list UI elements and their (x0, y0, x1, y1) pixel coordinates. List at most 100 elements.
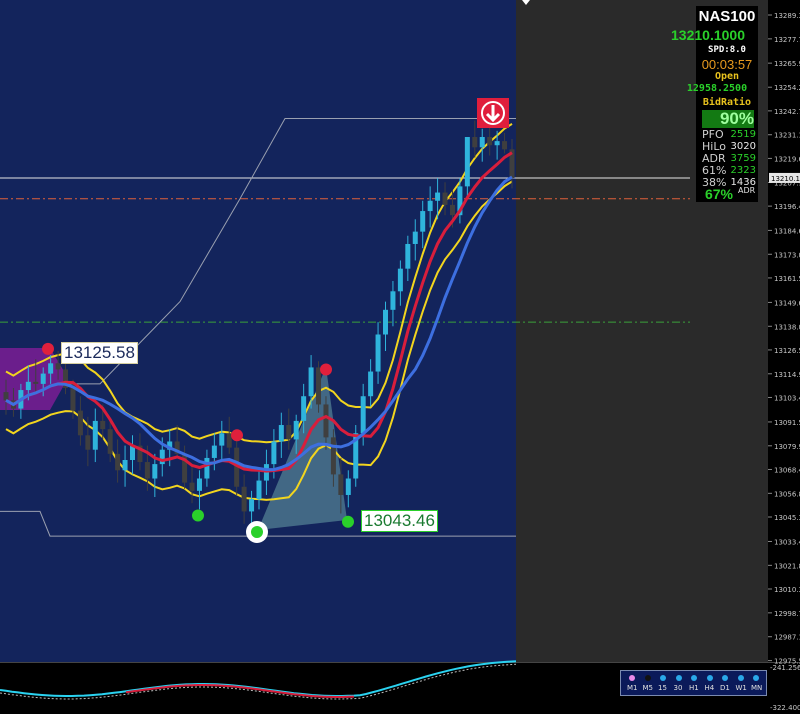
y-tick-label: 13010.3 (774, 586, 800, 594)
open-value: 12958.2500 (686, 83, 748, 94)
timeframe-dot[interactable] (737, 675, 744, 681)
timeframe-label[interactable]: MN (751, 684, 762, 692)
bear-candle (115, 453, 121, 471)
y-tick-label: 13289.3 (774, 12, 800, 20)
bear-candle (472, 136, 478, 148)
red-signal-dot (320, 363, 332, 376)
sub-y-tick-label: -241.256 (770, 664, 800, 672)
y-tick-label: 13045.3 (774, 514, 800, 522)
y-tick-label: 13033.4 (774, 538, 800, 546)
stat-value: 3759 (730, 153, 756, 164)
y-tick-label: 13219.6 (774, 155, 800, 163)
bull-candle (412, 231, 418, 244)
y-tick-label: 13173.0 (774, 251, 800, 259)
y-tick-label: 12998.7 (774, 610, 800, 618)
bear-candle (449, 204, 455, 216)
timeframe-label[interactable]: 15 (658, 684, 667, 692)
bear-candle (107, 429, 113, 454)
y-tick-label: 13149.6 (774, 299, 800, 307)
bear-candle (487, 136, 493, 146)
bull-candle (464, 136, 470, 187)
adr-small-label: ADR (738, 186, 756, 195)
timeframe-label[interactable]: M1 (627, 684, 638, 692)
bull-candle (293, 420, 299, 440)
y-tick-label: 13138.0 (774, 323, 800, 331)
sub-y-tick-label: -322.400 (770, 704, 800, 712)
y-tick-label: 13021.8 (774, 562, 800, 570)
bull-candle (25, 381, 31, 391)
bear-candle (286, 425, 292, 440)
current-price-tag-label: 13210.1 (771, 175, 800, 183)
bear-candle (144, 462, 150, 479)
bull-candle (48, 363, 54, 374)
bull-candle (196, 478, 202, 491)
bull-candle (219, 433, 225, 446)
bear-candle (70, 387, 76, 411)
timeframe-label[interactable]: W1 (736, 684, 747, 692)
bull-candle (479, 136, 485, 148)
bull-candle (152, 464, 158, 479)
bull-candle (368, 371, 374, 397)
bear-candle (338, 474, 344, 495)
y-tick-label: 13056.8 (774, 490, 800, 498)
bear-candle (330, 437, 336, 475)
bear-candle (33, 381, 39, 384)
timeframe-panel: M1 M5 15 30 H1 H4 D1 W1 MN (620, 670, 767, 696)
bull-candle (420, 211, 426, 232)
green-signal-dot (342, 515, 354, 528)
y-tick-label: 13079.9 (774, 443, 800, 451)
bull-candle (271, 441, 277, 465)
y-tick-label: 13184.6 (774, 227, 800, 235)
high-price-label: 13125.58 (61, 342, 138, 364)
target-circle-inner (251, 526, 263, 538)
timeframe-label[interactable]: H1 (689, 684, 699, 692)
bull-candle (494, 141, 500, 146)
timeframe-dot[interactable] (722, 675, 728, 681)
bear-candle (3, 392, 9, 401)
bull-candle (278, 425, 284, 442)
bull-candle (405, 243, 411, 269)
timeframe-dot[interactable] (706, 675, 713, 681)
open-label: Open (714, 71, 740, 82)
bull-candle (397, 268, 403, 292)
bull-candle (435, 192, 441, 201)
symbol-label: NAS100 (698, 8, 756, 25)
timeframe-dot[interactable] (644, 675, 651, 681)
bear-candle (55, 363, 61, 370)
timeframe-label[interactable]: D1 (720, 684, 730, 692)
stat-value: 3020 (730, 141, 756, 152)
bull-candle (390, 291, 396, 310)
bull-candle (211, 445, 217, 458)
bear-candle (100, 420, 106, 430)
timeframe-label[interactable]: H4 (705, 684, 715, 692)
info-panel: NAS100 13210.1000 SPD:8.0 00:03:57 Open … (671, 6, 758, 202)
countdown-timer: 00:03:57 (701, 57, 753, 72)
bidratio-value: 90% (702, 110, 754, 128)
bull-candle (308, 367, 314, 397)
bull-candle (204, 457, 210, 479)
bull-candle (249, 499, 255, 512)
y-tick-label: 13161.5 (774, 275, 800, 283)
bear-candle (323, 404, 329, 438)
bear-candle (502, 141, 508, 150)
timeframe-dot[interactable] (675, 675, 682, 681)
bull-candle (383, 309, 388, 335)
bear-candle (189, 482, 195, 491)
low-price-label: 13043.46 (361, 510, 438, 532)
green-signal-dot (192, 509, 204, 522)
timeframe-dot[interactable] (691, 675, 697, 681)
spread-label: SPD:8.0 (708, 45, 746, 55)
bear-candle (85, 435, 91, 450)
timeframe-dot[interactable] (753, 675, 759, 681)
timeframe-dot[interactable] (660, 675, 666, 681)
y-tick-label: 13254.2 (774, 84, 800, 92)
bear-candle (77, 410, 83, 436)
current-price: 13210.1000 (671, 27, 745, 43)
stat-value: 2323 (730, 165, 756, 176)
bull-candle (375, 334, 381, 372)
timeframe-label[interactable]: M5 (643, 684, 654, 692)
timeframe-dot[interactable] (629, 675, 635, 681)
timeframe-label[interactable]: 30 (674, 684, 683, 692)
y-tick-label: 13231.1 (774, 132, 800, 140)
y-tick-label: 13091.5 (774, 419, 800, 427)
